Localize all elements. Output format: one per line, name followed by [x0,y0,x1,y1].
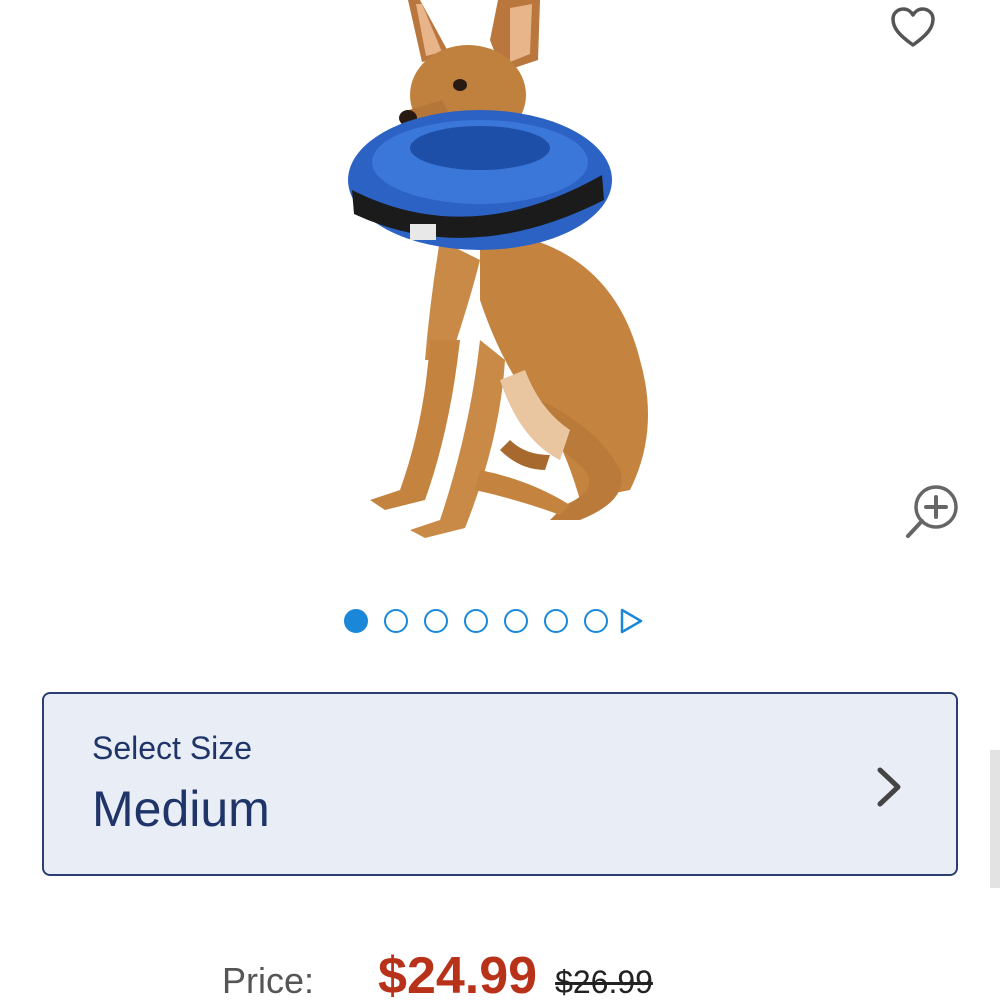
carousel-dot-5[interactable] [504,609,528,633]
image-carousel-pagination [344,604,646,638]
current-price: $24.99 [378,947,538,1000]
zoom-in-icon [906,485,958,538]
price-row: Price: $24.99 $26.99 [222,946,653,1000]
carousel-dot-3[interactable] [424,609,448,633]
carousel-dot-6[interactable] [544,609,568,633]
product-page: Select Size Medium Price: $24.99 $26.99 [0,0,1000,1000]
dog-cone-collar-illustration [348,0,648,538]
carousel-dot-7[interactable] [584,609,608,633]
carousel-dot-1[interactable] [344,609,368,633]
carousel-dot-2[interactable] [384,609,408,633]
selected-size-value: Medium [92,781,270,837]
chevron-right-icon [877,767,901,807]
zoom-button[interactable] [900,480,964,544]
price-label: Price: [222,960,315,1000]
product-image[interactable] [330,0,670,545]
size-selector-label: Select Size [92,730,253,766]
original-price: $26.99 [555,964,653,1000]
carousel-dot-4[interactable] [464,609,488,633]
favorite-button[interactable] [884,0,942,54]
scrollbar[interactable] [990,750,1000,888]
carousel-next-button[interactable] [618,607,646,635]
heart-outline-icon [891,7,935,47]
play-triangle-icon [620,608,643,634]
size-selector[interactable]: Select Size Medium [42,692,958,876]
